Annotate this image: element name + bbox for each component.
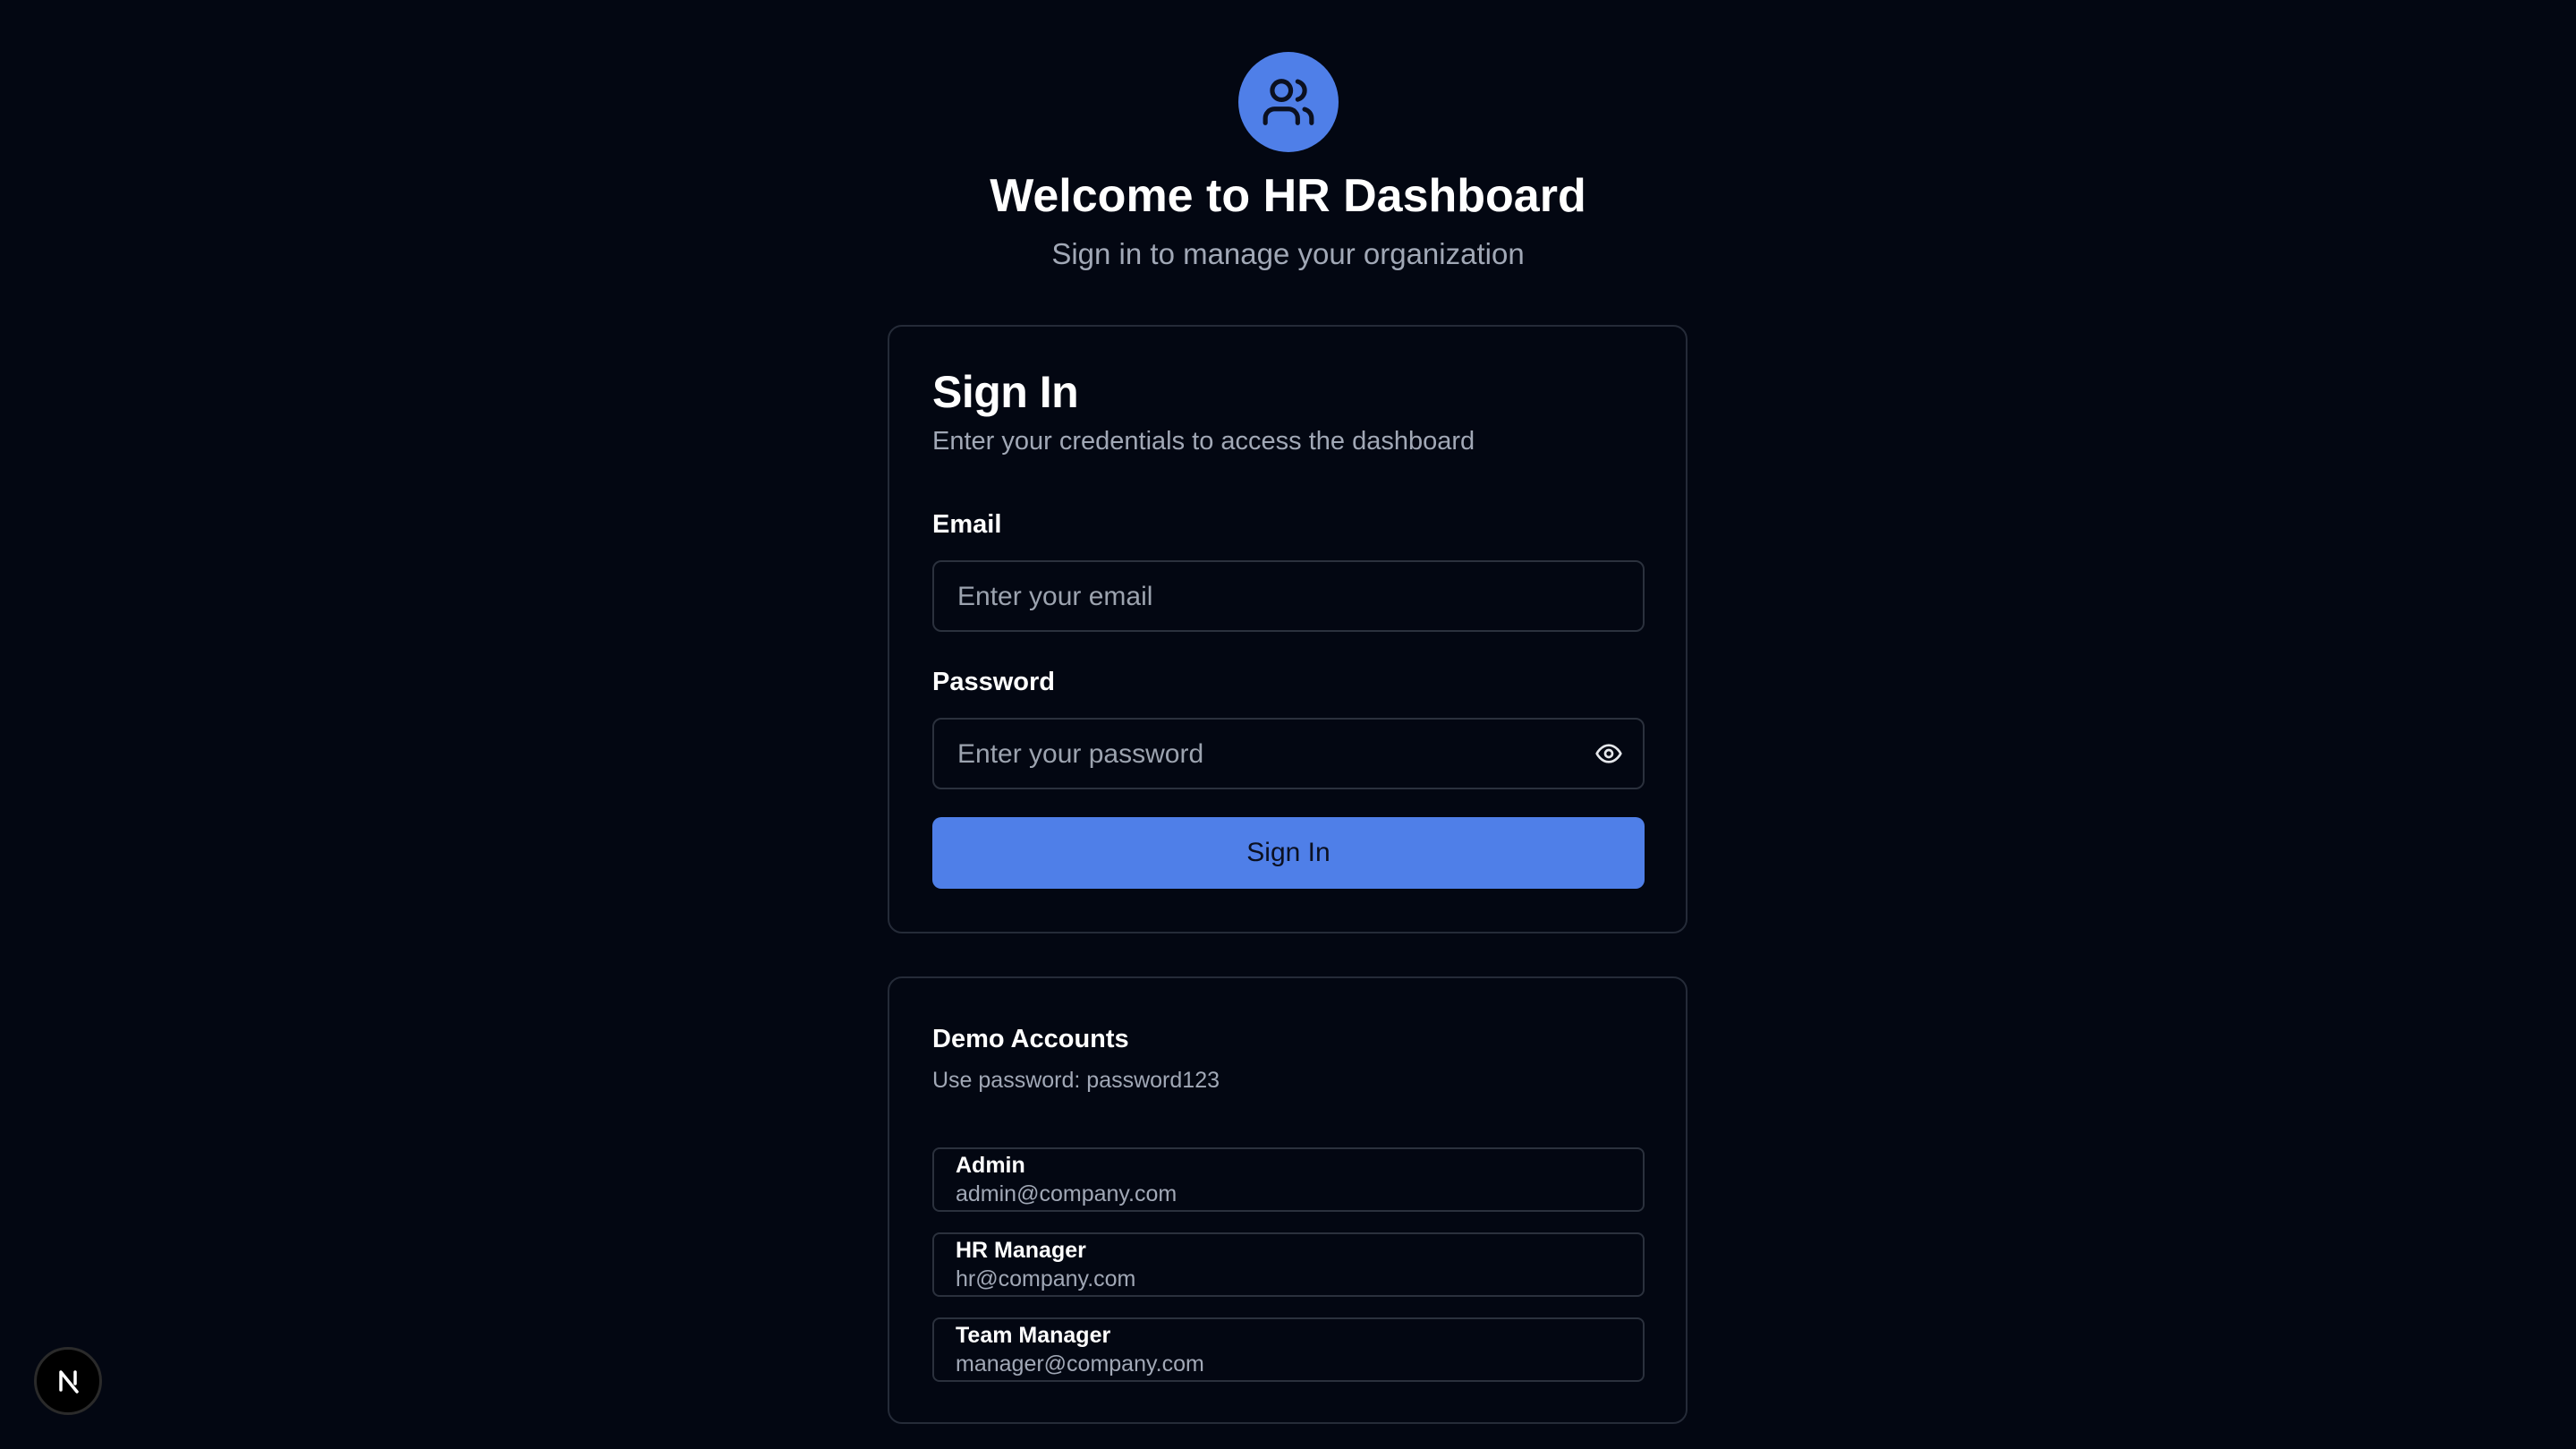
demo-account-admin[interactable]: Admin admin@company.com bbox=[932, 1147, 1645, 1212]
demo-account-email: hr@company.com bbox=[956, 1266, 1136, 1291]
page-subtitle: Sign in to manage your organization bbox=[1051, 237, 1525, 271]
nextjs-logo-icon[interactable] bbox=[34, 1347, 102, 1415]
email-input[interactable] bbox=[956, 562, 1586, 632]
demo-account-email: admin@company.com bbox=[956, 1181, 1177, 1206]
page-header: Welcome to HR Dashboard Sign in to manag… bbox=[0, 52, 2576, 272]
signin-title: Sign In bbox=[932, 367, 1079, 417]
password-label: Password bbox=[932, 668, 1055, 696]
demo-account-role: Admin bbox=[956, 1153, 1025, 1178]
signin-card: Sign In Enter your credentials to access… bbox=[888, 325, 1688, 933]
password-input[interactable] bbox=[956, 720, 1586, 789]
demo-account-role: HR Manager bbox=[956, 1238, 1086, 1263]
signin-description: Enter your credentials to access the das… bbox=[932, 427, 1475, 456]
demo-account-email: manager@company.com bbox=[956, 1351, 1204, 1377]
demo-accounts-title: Demo Accounts bbox=[932, 1025, 1129, 1053]
sign-in-button[interactable]: Sign In bbox=[932, 817, 1645, 889]
eye-icon[interactable] bbox=[1593, 737, 1625, 770]
page-title: Welcome to HR Dashboard bbox=[990, 170, 1586, 222]
demo-account-team-manager[interactable]: Team Manager manager@company.com bbox=[932, 1317, 1645, 1382]
email-field-box bbox=[932, 560, 1645, 632]
users-icon bbox=[1237, 52, 1339, 152]
login-page: Welcome to HR Dashboard Sign in to manag… bbox=[0, 0, 2576, 1449]
demo-password-hint: Use password: password123 bbox=[932, 1068, 1220, 1093]
demo-account-role: Team Manager bbox=[956, 1323, 1111, 1348]
email-label: Email bbox=[932, 510, 1002, 539]
demo-accounts-card: Demo Accounts Use password: password123 … bbox=[888, 976, 1688, 1424]
password-field-box bbox=[932, 718, 1645, 789]
demo-account-hr-manager[interactable]: HR Manager hr@company.com bbox=[932, 1232, 1645, 1297]
